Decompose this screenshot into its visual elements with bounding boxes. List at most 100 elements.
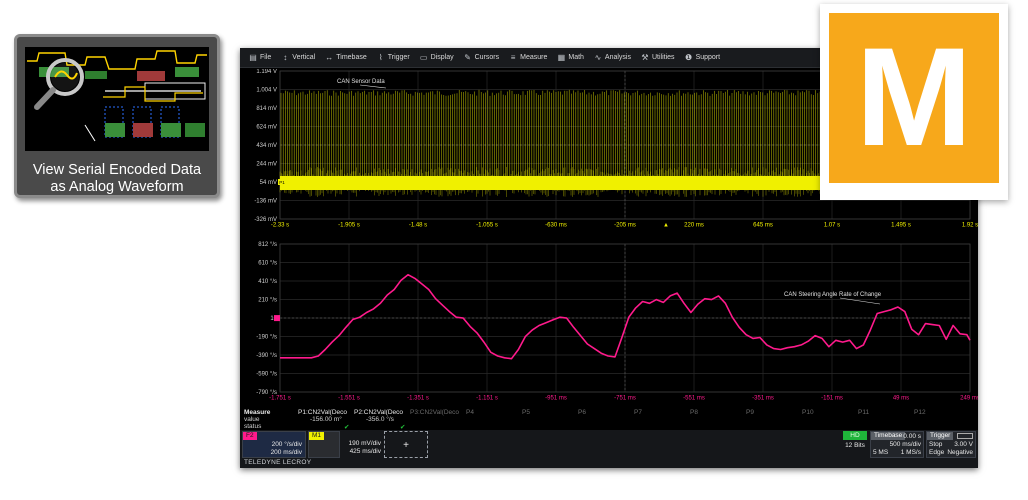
measure-param-label[interactable]: P1:CN2Val(Deco	[298, 409, 347, 416]
offset-marker[interactable]	[274, 315, 280, 322]
y-tick-label: 244 mV	[256, 162, 277, 168]
x-tick-label: 1.495 s	[891, 223, 911, 229]
measure-param-label[interactable]: P4	[466, 409, 474, 416]
y-tick-label: 54 mV	[260, 180, 277, 186]
measure-table: Measure value status P1:CN2Val(Deco -156.…	[240, 408, 978, 431]
menu-label: Utilities	[652, 54, 675, 61]
caption-line-2: as Analog Waveform	[50, 179, 184, 195]
x-tick-label: -1.351 s	[407, 396, 429, 402]
y-tick-label: -136 mV	[254, 199, 277, 205]
x-tick-label: -951 ms	[545, 396, 567, 402]
menu-label: Display	[430, 54, 454, 61]
menu-label: Vertical	[292, 54, 316, 61]
x-tick-label: 49 ms	[893, 396, 909, 402]
thumbnail-caption: View Serial Encoded Data as Analog Wavef…	[23, 162, 211, 195]
y-tick-label: 610 °/s	[258, 261, 277, 267]
measure-row-status-label: status	[244, 423, 262, 430]
y-tick-label: 814 mV	[256, 106, 277, 112]
x-tick-label: 249 ms	[960, 396, 978, 402]
measure-param-label[interactable]: P7	[634, 409, 642, 416]
y-tick-label: 434 mV	[256, 143, 277, 149]
measure-param-label[interactable]: P5	[522, 409, 530, 416]
vertical-icon: ↕	[283, 52, 288, 62]
bits-readout: 12 Bits	[845, 442, 865, 449]
y-tick-label: 1.194 V	[256, 69, 277, 75]
y-tick-label: 624 mV	[256, 125, 277, 131]
timebase-descriptor[interactable]: Timebase 0.00 s 500 ms/div 5 MS 1 MS/s	[870, 431, 924, 458]
x-tick-label: -1.551 s	[338, 396, 360, 402]
feature-thumbnail[interactable]: View Serial Encoded Data as Analog Wavef…	[14, 34, 220, 198]
menu-analysis[interactable]: ∿ Analysis	[589, 48, 636, 68]
measure-param-label[interactable]: P11	[858, 409, 869, 416]
menu-math[interactable]: ▦ Math	[552, 48, 589, 68]
m1-scale: 190 mV/div	[348, 440, 381, 447]
menu-vertical[interactable]: ↕ Vertical	[276, 48, 320, 68]
x-tick-label: -751 ms	[614, 396, 636, 402]
trace-label-m1: M1	[309, 432, 325, 440]
x-tick-label: 1.92 s	[962, 223, 978, 229]
menu-cursors[interactable]: ✎ Cursors	[459, 48, 505, 68]
measure-param-label[interactable]: P12	[914, 409, 926, 416]
timebase-icon: ↔	[325, 52, 334, 62]
trend-annotation: CAN Steering Angle Rate of Change	[784, 292, 882, 298]
trigger-icon: ⌇	[378, 52, 383, 62]
page: View Serial Encoded Data as Analog Wavef…	[0, 0, 1028, 500]
timebase-samples: 5 MS	[873, 449, 889, 456]
menu-file[interactable]: ▤ File	[244, 48, 276, 68]
cursors-icon: ✎	[464, 52, 471, 62]
trace-descriptor-f2[interactable]: F2 200 °/s/div 200 ms/div	[242, 431, 306, 458]
menu-label: Measure	[520, 54, 548, 61]
thumbnail-illustration	[25, 47, 209, 151]
trigger-slope: Negative	[947, 449, 973, 456]
menu-measure[interactable]: ≡ Measure	[504, 48, 552, 68]
measure-param-label[interactable]: P2:CN2Val(Deco	[354, 409, 403, 416]
measure-param-label[interactable]: P3:CN2Val(Deco	[410, 409, 459, 416]
measure-param-label[interactable]: P6	[578, 409, 586, 416]
logo-letter: M	[855, 18, 973, 175]
trigger-icons	[957, 433, 973, 439]
measure-param-label[interactable]: P9	[746, 409, 754, 416]
menu-label: Timebase	[336, 54, 367, 61]
menu-timebase[interactable]: ↔ Timebase	[320, 48, 371, 68]
measure-icon: ≡	[510, 52, 516, 62]
measure-header: Measure	[244, 409, 271, 416]
add-trace-button[interactable]: +	[384, 431, 428, 458]
file-icon: ▤	[249, 52, 257, 62]
x-tick-label: 220 ms	[684, 223, 704, 229]
y-tick-label: 812 °/s	[258, 242, 277, 248]
x-tick-label: -630 ms	[545, 223, 567, 229]
trace-descriptor-m1[interactable]: M1	[308, 431, 340, 458]
measure-row-value-label: value	[244, 416, 260, 423]
utilities-icon: ⚒	[641, 52, 649, 62]
measure-param-label[interactable]: P8	[690, 409, 698, 416]
descriptor-bar: F2 200 °/s/div 200 ms/div M1 190 mV/div …	[240, 430, 978, 468]
trigger-descriptor[interactable]: Trigger Stop 3.00 V Edge Negative	[926, 431, 976, 458]
x-tick-label: -151 ms	[821, 396, 843, 402]
x-tick-label: 645 ms	[753, 223, 773, 229]
x-tick-label: -1.151 s	[476, 396, 498, 402]
menu-trigger[interactable]: ⌇ Trigger	[372, 48, 415, 68]
x-tick-label: -2.33 s	[271, 223, 289, 229]
channel-badge-label: P1	[279, 180, 285, 185]
f2-timebase: 200 ms/div	[270, 449, 302, 456]
menu-label: File	[260, 54, 272, 61]
trace-label-f2: F2	[243, 432, 257, 440]
measure-param-value: -156.00 m°	[310, 416, 342, 423]
product-logo: M	[820, 4, 1008, 200]
trigger-label: Trigger	[927, 432, 954, 440]
trigger-type: Edge	[929, 449, 945, 456]
menu-support[interactable]: ❶ Support	[680, 48, 726, 68]
x-tick-label: -1.48 s	[409, 223, 427, 229]
x-tick-label: -1.055 s	[476, 223, 498, 229]
menu-utilities[interactable]: ⚒ Utilities	[636, 48, 680, 68]
logo-tile: M	[829, 13, 999, 183]
menu-label: Trigger	[387, 54, 410, 61]
support-icon: ❶	[684, 52, 693, 62]
y-tick-label: -190 °/s	[256, 335, 277, 341]
menu-label: Cursors	[474, 54, 500, 61]
menu-display[interactable]: ▭ Display	[415, 48, 459, 68]
timebase-per-div: 500 ms/div	[889, 441, 921, 448]
menu-label: Analysis	[604, 54, 631, 61]
y-tick-label: 1.004 V	[256, 88, 277, 94]
measure-param-label[interactable]: P10	[802, 409, 814, 416]
